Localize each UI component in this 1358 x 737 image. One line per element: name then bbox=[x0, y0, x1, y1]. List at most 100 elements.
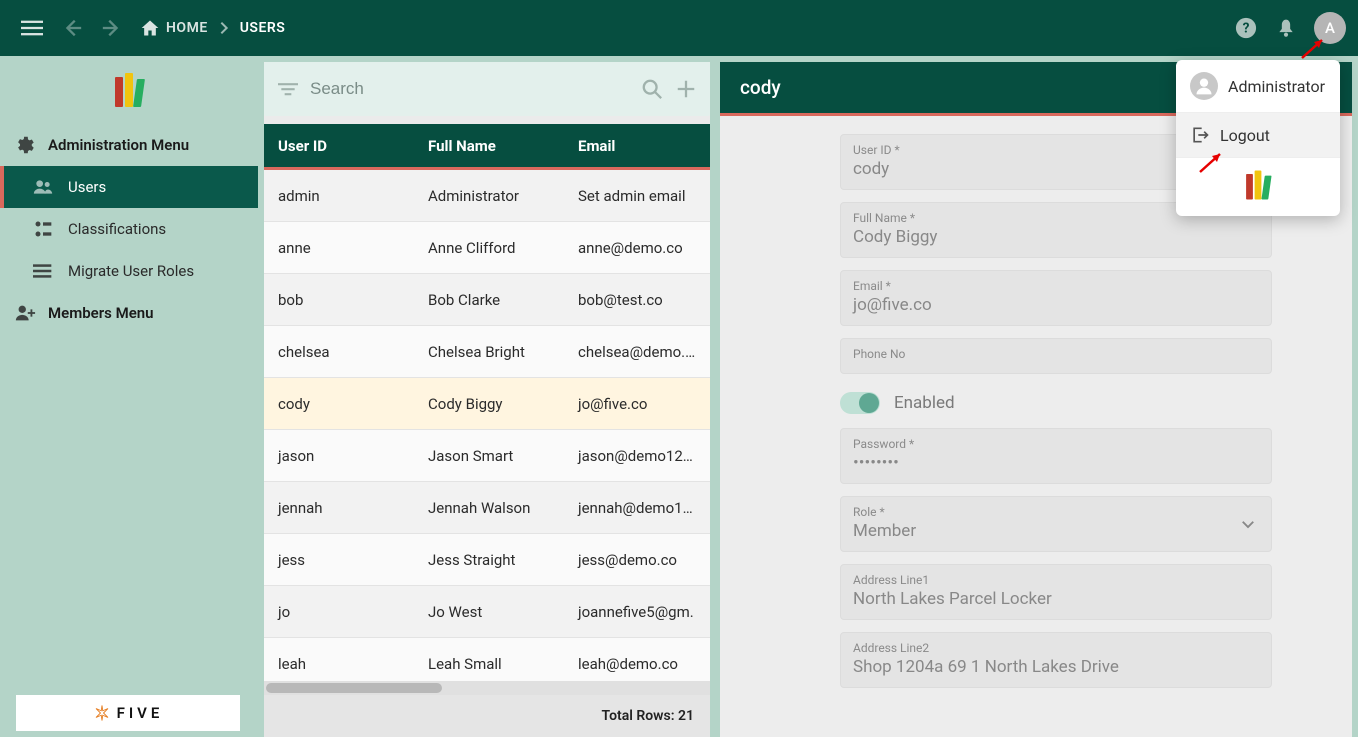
sidebar-section-members[interactable]: Members Menu bbox=[0, 292, 258, 334]
list-icon bbox=[32, 260, 54, 282]
table-row[interactable]: codyCody Biggyjo@five.co bbox=[264, 378, 710, 430]
cell-id: leah bbox=[264, 655, 414, 673]
cell-email: bob@test.co bbox=[564, 291, 710, 309]
col-user-id[interactable]: User ID bbox=[264, 137, 414, 155]
sidebar-section-label: Administration Menu bbox=[48, 136, 189, 154]
classifications-icon bbox=[32, 218, 54, 240]
cell-id: anne bbox=[264, 239, 414, 257]
search-icon[interactable] bbox=[640, 77, 664, 101]
breadcrumb-page-label[interactable]: USERS bbox=[240, 20, 286, 36]
cell-email: jason@demo1235 bbox=[564, 447, 710, 465]
cell-id: bob bbox=[264, 291, 414, 309]
field-email[interactable]: Email * jo@five.co bbox=[840, 270, 1272, 326]
field-address2[interactable]: Address Line2 Shop 1204a 69 1 North Lake… bbox=[840, 632, 1272, 688]
popover-logout[interactable]: Logout bbox=[1176, 113, 1340, 158]
hamburger-icon[interactable] bbox=[12, 8, 52, 48]
books-icon bbox=[115, 73, 143, 107]
col-full-name[interactable]: Full Name bbox=[414, 137, 564, 155]
search-bar bbox=[264, 62, 710, 116]
svg-text:?: ? bbox=[1243, 21, 1250, 37]
sidebar-item-migrate[interactable]: Migrate User Roles bbox=[0, 250, 258, 292]
table-row[interactable]: leahLeah Smallleah@demo.co bbox=[264, 638, 710, 681]
field-role[interactable]: Role * Member bbox=[840, 496, 1272, 552]
sidebar-item-classifications[interactable]: Classifications bbox=[0, 208, 258, 250]
field-phone[interactable]: Phone No bbox=[840, 338, 1272, 374]
user-menu-popover: Administrator Logout bbox=[1176, 60, 1340, 216]
cell-id: chelsea bbox=[264, 343, 414, 361]
table-row[interactable]: adminAdministratorSet admin email bbox=[264, 170, 710, 222]
logout-icon bbox=[1190, 125, 1210, 145]
cell-id: jess bbox=[264, 551, 414, 569]
table-row[interactable]: joJo Westjoannefive5@gm. bbox=[264, 586, 710, 638]
popover-user-label: Administrator bbox=[1228, 77, 1325, 96]
sidebar-item-label: Users bbox=[68, 178, 106, 196]
sidebar-section-admin[interactable]: Administration Menu bbox=[0, 124, 258, 166]
field-address1[interactable]: Address Line1 North Lakes Parcel Locker bbox=[840, 564, 1272, 620]
cell-id: jennah bbox=[264, 499, 414, 517]
breadcrumb: HOME USERS bbox=[140, 8, 285, 48]
user-avatar-icon bbox=[1190, 72, 1218, 100]
breadcrumb-home[interactable]: HOME bbox=[140, 8, 208, 48]
bell-icon[interactable] bbox=[1266, 8, 1306, 48]
home-icon bbox=[140, 18, 160, 38]
cell-name: Bob Clarke bbox=[414, 291, 564, 309]
popover-logo bbox=[1176, 158, 1340, 216]
table-row[interactable]: jessJess Straightjess@demo.co bbox=[264, 534, 710, 586]
cell-name: Cody Biggy bbox=[414, 395, 564, 413]
cell-name: Anne Clifford bbox=[414, 239, 564, 257]
col-email[interactable]: Email bbox=[564, 137, 710, 155]
users-icon bbox=[32, 176, 54, 198]
cell-id: cody bbox=[264, 395, 414, 413]
filter-icon[interactable] bbox=[276, 77, 300, 101]
cell-name: Jess Straight bbox=[414, 551, 564, 569]
table-panel: User ID Full Name Email adminAdministrat… bbox=[264, 62, 710, 737]
field-password[interactable]: Password * •••••••• bbox=[840, 428, 1272, 484]
forward-icon[interactable] bbox=[92, 8, 132, 48]
cell-id: admin bbox=[264, 187, 414, 205]
cell-email: chelsea@demo.co bbox=[564, 343, 710, 361]
chevron-down-icon bbox=[1239, 515, 1257, 533]
total-rows-label: Total Rows: 21 bbox=[602, 708, 694, 724]
table-row[interactable]: anneAnne Cliffordanne@demo.co bbox=[264, 222, 710, 274]
table-row[interactable]: bobBob Clarkebob@test.co bbox=[264, 274, 710, 326]
toggle-enabled[interactable] bbox=[840, 392, 880, 414]
sidebar-item-users[interactable]: Users bbox=[0, 166, 258, 208]
popover-logout-label: Logout bbox=[1220, 126, 1270, 145]
cell-name: Chelsea Bright bbox=[414, 343, 564, 361]
horizontal-scrollbar[interactable] bbox=[264, 681, 710, 695]
table-footer: Total Rows: 21 bbox=[264, 695, 710, 737]
table-header: User ID Full Name Email bbox=[264, 124, 710, 170]
cell-email: jennah@demo123 bbox=[564, 499, 710, 517]
search-input[interactable] bbox=[310, 79, 630, 99]
cell-email: jess@demo.co bbox=[564, 551, 710, 569]
cell-name: Administrator bbox=[414, 187, 564, 205]
cell-id: jo bbox=[264, 603, 414, 621]
cell-name: Leah Small bbox=[414, 655, 564, 673]
avatar-letter: A bbox=[1325, 19, 1335, 37]
cell-email: Set admin email bbox=[564, 187, 710, 205]
sidebar-item-label: Classifications bbox=[68, 220, 166, 238]
members-icon bbox=[14, 302, 36, 324]
cell-name: Jennah Walson bbox=[414, 499, 564, 517]
detail-title: cody bbox=[740, 76, 781, 99]
table-row[interactable]: jennahJennah Walsonjennah@demo123 bbox=[264, 482, 710, 534]
cell-email: jo@five.co bbox=[564, 395, 710, 413]
table-body[interactable]: adminAdministratorSet admin emailanneAnn… bbox=[264, 170, 710, 681]
sidebar-item-label: Migrate User Roles bbox=[68, 262, 194, 280]
avatar[interactable]: A bbox=[1314, 12, 1346, 44]
chevron-right-icon bbox=[216, 20, 232, 36]
gear-icon bbox=[14, 134, 36, 156]
popover-user[interactable]: Administrator bbox=[1176, 60, 1340, 113]
table-row[interactable]: jasonJason Smartjason@demo1235 bbox=[264, 430, 710, 482]
table-row[interactable]: chelseaChelsea Brightchelsea@demo.co bbox=[264, 326, 710, 378]
help-icon[interactable]: ? bbox=[1226, 8, 1266, 48]
add-icon[interactable] bbox=[674, 77, 698, 101]
table: User ID Full Name Email adminAdministrat… bbox=[264, 124, 710, 737]
topbar: HOME USERS ? A bbox=[0, 0, 1358, 56]
cell-name: Jo West bbox=[414, 603, 564, 621]
five-logo-icon bbox=[93, 704, 111, 722]
cell-email: anne@demo.co bbox=[564, 239, 710, 257]
cell-email: leah@demo.co bbox=[564, 655, 710, 673]
field-enabled: Enabled bbox=[840, 386, 1272, 428]
back-icon[interactable] bbox=[52, 8, 92, 48]
